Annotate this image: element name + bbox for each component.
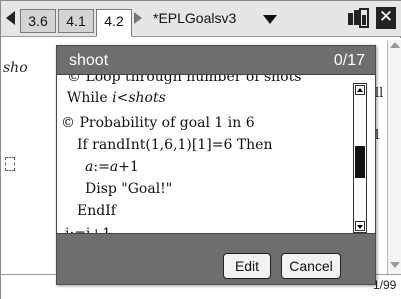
code-token: EndIf [77, 203, 116, 219]
edit-button[interactable]: Edit [223, 253, 271, 279]
code-scrollbar[interactable] [353, 83, 367, 233]
code-token: © Probability of goal 1 in 6 [61, 115, 255, 131]
code-token: +1 [118, 159, 139, 175]
code-token: Disp "Goal!" [85, 181, 173, 197]
background-snippet: ll [375, 86, 384, 101]
code-line: a:=a+1 [85, 159, 139, 175]
scroll-up-icon[interactable] [355, 85, 365, 95]
program-dialog: shoot 0/17 © Loop through number of shot… [56, 45, 376, 285]
dialog-counter: 0/17 [333, 52, 365, 69]
code-editor[interactable]: © Loop through number of shots While i<s… [57, 74, 375, 234]
code-token: a [109, 159, 119, 175]
scroll-down-icon[interactable] [390, 262, 400, 268]
code-line: © Loop through number of shots [67, 74, 302, 85]
background-label: sho [3, 60, 28, 76]
battery-signal-icon [348, 8, 369, 28]
tab-3-6[interactable]: 3.6 [20, 9, 56, 33]
background-scrollbar[interactable] [387, 40, 401, 274]
scroll-thumb[interactable] [355, 146, 365, 178]
code-token: i:=i+1 [65, 226, 112, 234]
code-line: If randInt(1,6,1)[1]=6 Then [77, 137, 272, 153]
code-line: Disp "Goal!" [85, 181, 172, 197]
document-title[interactable]: *EPLGoalsv3 [153, 10, 236, 26]
code-token: < [116, 90, 129, 106]
dialog-title: shoot [69, 52, 109, 69]
code-line: EndIf [77, 203, 116, 219]
tab-4-2[interactable]: 4.2 [96, 9, 132, 37]
tab-4-1[interactable]: 4.1 [58, 9, 94, 33]
calculator-window: 3.6 4.1 4.2 *EPLGoalsv3 ✕ sho ll 1 1/99 … [0, 0, 401, 299]
code-token: © Loop through number of shots [67, 74, 302, 85]
code-token: While [67, 90, 113, 106]
code-token: := [93, 159, 110, 175]
scroll-up-icon[interactable] [390, 42, 400, 48]
tab-bar: 3.6 4.1 4.2 *EPLGoalsv3 ✕ [1, 1, 401, 37]
scroll-down-icon[interactable] [355, 221, 365, 231]
code-line: While i<shots [67, 90, 166, 106]
chevron-down-icon[interactable] [263, 15, 277, 24]
cancel-button[interactable]: Cancel [281, 253, 341, 279]
code-token: shots [128, 90, 166, 106]
close-icon[interactable]: ✕ [376, 7, 396, 29]
cursor-placeholder [5, 157, 15, 171]
left-arrow-icon[interactable] [6, 11, 15, 25]
right-arrow-icon[interactable] [134, 12, 142, 24]
page-indicator: 1/99 [373, 278, 397, 292]
code-token: If randInt(1,6,1)[1]=6 Then [77, 137, 273, 153]
code-line: © Probability of goal 1 in 6 [61, 115, 255, 131]
code-line: i:=i+1 [65, 226, 112, 234]
